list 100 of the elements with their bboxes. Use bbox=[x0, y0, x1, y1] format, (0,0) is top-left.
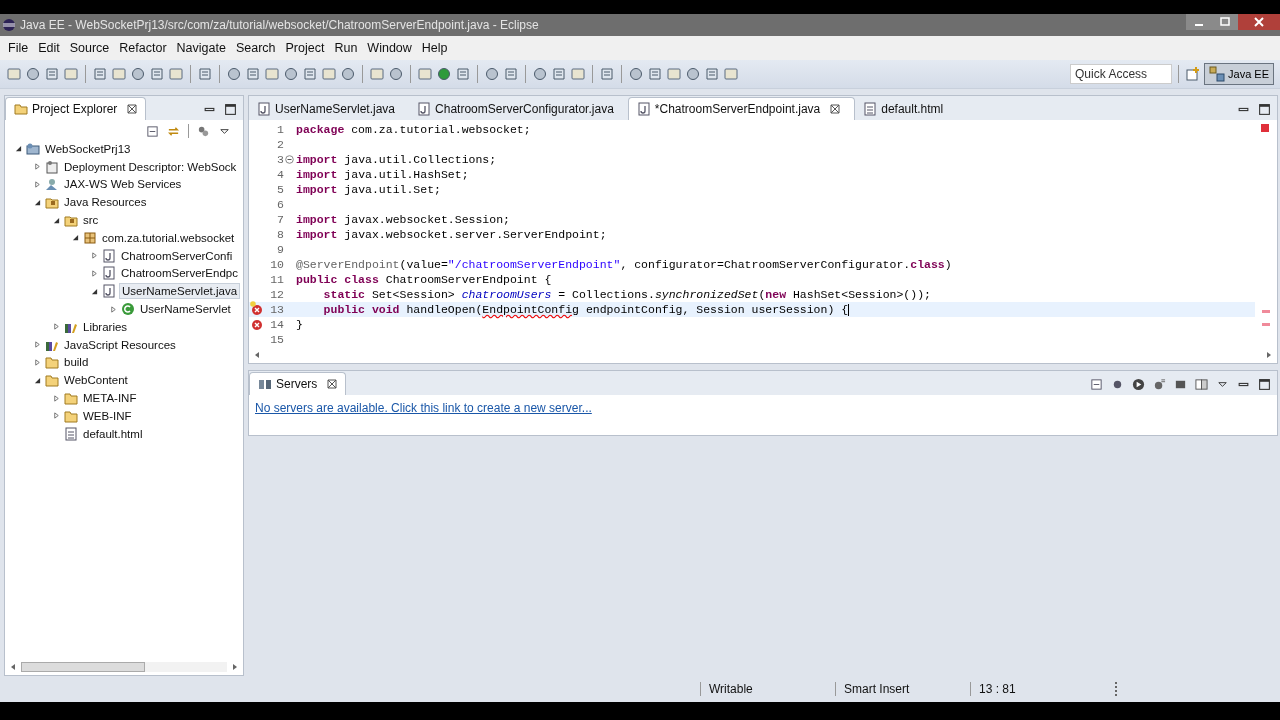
maximize-icon[interactable] bbox=[224, 102, 237, 116]
menu-item[interactable]: Run bbox=[332, 41, 366, 55]
collapsed-arrow-icon[interactable] bbox=[52, 323, 60, 331]
tree-item[interactable]: Java Resources bbox=[62, 195, 149, 210]
scroll-right-icon[interactable] bbox=[231, 663, 239, 671]
tree-item[interactable]: UserNameServlet.java bbox=[119, 283, 241, 300]
project-icon bbox=[26, 141, 40, 156]
line-number: 1 bbox=[277, 123, 285, 136]
expanded-arrow-icon[interactable] bbox=[33, 376, 41, 384]
tree-item[interactable]: Libraries bbox=[81, 319, 130, 334]
perspective-button[interactable]: Java EE bbox=[1204, 63, 1274, 85]
expanded-arrow-icon[interactable] bbox=[90, 287, 98, 295]
quick-access-field[interactable]: Quick Access bbox=[1070, 64, 1173, 84]
tree-item[interactable]: JavaScript Resources bbox=[62, 337, 178, 352]
start-icon[interactable] bbox=[1132, 377, 1145, 391]
line-number: 6 bbox=[277, 198, 285, 211]
menu-item[interactable]: Help bbox=[419, 41, 456, 55]
editor-tab[interactable]: ChatroomServerConfigurator.java bbox=[409, 98, 628, 120]
code-line: import javax.websocket.server.ServerEndpoint; bbox=[296, 228, 607, 241]
line-number: 5 bbox=[277, 183, 285, 196]
scroll-left-icon[interactable] bbox=[253, 351, 261, 359]
collapsed-arrow-icon[interactable] bbox=[109, 305, 117, 313]
fold-icon[interactable] bbox=[285, 155, 294, 164]
publish-icon[interactable] bbox=[1195, 377, 1208, 391]
expanded-arrow-icon[interactable] bbox=[14, 145, 22, 153]
line-number: 11 bbox=[270, 273, 285, 286]
run-icon[interactable] bbox=[436, 66, 452, 82]
collapse-all-icon[interactable] bbox=[1090, 377, 1103, 391]
menu-item[interactable]: Navigate bbox=[174, 41, 234, 55]
close-icon[interactable] bbox=[830, 104, 841, 114]
code-line: @ServerEndpoint(value="/chatroomServerEndpoint", configurator=ChatroomServerConfigurator.class) bbox=[296, 258, 952, 271]
collapsed-arrow-icon[interactable] bbox=[90, 269, 98, 277]
scrollbar-thumb[interactable] bbox=[21, 662, 145, 672]
java-file-icon bbox=[102, 266, 116, 281]
tree-item[interactable]: WebSocketPrj13 bbox=[43, 141, 133, 156]
open-perspective-icon[interactable] bbox=[1185, 66, 1202, 82]
editor-tab[interactable]: UserNameServlet.java bbox=[249, 98, 410, 120]
code-line: import java.util.Set; bbox=[296, 183, 441, 196]
warning-marker[interactable] bbox=[1262, 310, 1270, 313]
servers-tab[interactable]: Servers bbox=[249, 372, 347, 395]
tree-item[interactable]: ChatroomServerEndpc bbox=[119, 266, 240, 281]
error-icon[interactable] bbox=[251, 318, 263, 331]
error-icon[interactable] bbox=[251, 303, 263, 316]
tree-item[interactable]: build bbox=[62, 355, 91, 370]
servers-icon bbox=[258, 377, 272, 391]
tree-item[interactable]: src bbox=[81, 213, 101, 228]
collapsed-arrow-icon[interactable] bbox=[33, 163, 41, 171]
line-number: 12 bbox=[270, 288, 285, 301]
menu-item[interactable]: Source bbox=[67, 41, 118, 55]
error-marker[interactable] bbox=[1262, 323, 1270, 326]
create-server-link[interactable]: No servers are available. Click this link to create a new server... bbox=[255, 401, 592, 415]
close-button[interactable] bbox=[1238, 14, 1280, 30]
collapse-all-icon[interactable] bbox=[146, 124, 159, 138]
collapsed-arrow-icon[interactable] bbox=[33, 181, 41, 188]
minimize-button[interactable] bbox=[1186, 14, 1212, 30]
editor-tab[interactable]: default.html bbox=[855, 98, 958, 120]
filter-icon[interactable] bbox=[197, 124, 210, 138]
editor-tab[interactable]: *ChatroomServerEndpoint.java bbox=[627, 97, 856, 120]
scroll-left-icon[interactable] bbox=[9, 663, 17, 671]
maximize-icon[interactable] bbox=[1258, 377, 1271, 391]
expanded-arrow-icon[interactable] bbox=[71, 234, 79, 242]
menu-item[interactable]: Window bbox=[365, 41, 420, 55]
tree-item[interactable]: META-INF bbox=[81, 391, 139, 406]
collapsed-arrow-icon[interactable] bbox=[52, 394, 60, 402]
menu-item[interactable]: Search bbox=[233, 41, 284, 55]
collapsed-arrow-icon[interactable] bbox=[52, 412, 60, 420]
line-number: 8 bbox=[277, 228, 285, 241]
project-explorer-tab[interactable]: Project Explorer bbox=[5, 97, 147, 120]
tree-item[interactable]: WEB-INF bbox=[81, 408, 134, 423]
web-services-icon bbox=[45, 177, 59, 192]
menu-item[interactable]: Refactor bbox=[117, 41, 175, 55]
collapsed-arrow-icon[interactable] bbox=[33, 341, 41, 349]
line-number: 15 bbox=[270, 333, 285, 346]
tree-item[interactable]: WebContent bbox=[62, 373, 130, 388]
close-icon[interactable] bbox=[327, 379, 338, 389]
tree-item[interactable]: ChatroomServerConfi bbox=[119, 248, 235, 263]
expanded-arrow-icon[interactable] bbox=[52, 216, 60, 224]
maximize-icon[interactable] bbox=[1258, 102, 1271, 116]
code-line: public class ChatroomServerEndpoint { bbox=[296, 273, 552, 286]
collapsed-arrow-icon[interactable] bbox=[33, 358, 41, 366]
expanded-arrow-icon[interactable] bbox=[33, 198, 41, 206]
close-icon[interactable] bbox=[127, 104, 138, 114]
tree-item[interactable]: com.za.tutorial.websocket bbox=[100, 230, 237, 245]
profile-icon[interactable] bbox=[1153, 377, 1166, 391]
code-line: package com.za.tutorial.websocket; bbox=[296, 123, 531, 136]
line-number: 3 bbox=[277, 153, 285, 166]
file-icon bbox=[64, 426, 78, 441]
tree-item[interactable]: Deployment Descriptor: WebSock bbox=[62, 159, 239, 174]
descriptor-icon bbox=[45, 159, 59, 174]
menu-item[interactable]: Project bbox=[283, 41, 333, 55]
maximize-button[interactable] bbox=[1212, 14, 1238, 30]
lightbulb-icon[interactable] bbox=[250, 301, 256, 308]
collapsed-arrow-icon[interactable] bbox=[90, 252, 98, 260]
menu-item[interactable]: File bbox=[6, 41, 37, 55]
menu-item[interactable]: Edit bbox=[36, 41, 68, 55]
tree-item[interactable]: UserNameServlet bbox=[138, 302, 233, 317]
tree-item[interactable]: JAX-WS Web Services bbox=[62, 177, 184, 192]
status-field: Writable bbox=[700, 682, 835, 696]
scroll-right-icon[interactable] bbox=[1265, 351, 1273, 359]
tree-item[interactable]: default.html bbox=[81, 426, 145, 441]
